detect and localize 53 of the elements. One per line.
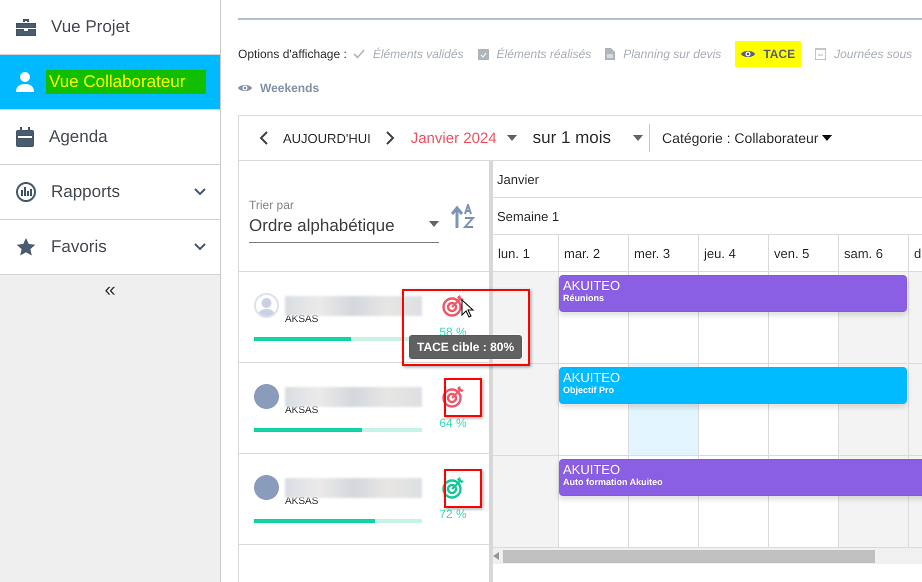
options-label: Options d'affichage : (238, 47, 347, 61)
star-icon (16, 237, 36, 257)
briefcase-icon (16, 18, 36, 36)
chevron-left-icon (259, 131, 269, 145)
eye-icon (238, 83, 252, 93)
category-dropdown[interactable]: Catégorie : Collaborateur (650, 130, 844, 146)
calendar-icon (16, 127, 34, 147)
cursor-icon (461, 299, 474, 318)
team-label: AKSAS (285, 314, 320, 325)
team-label: AKSAS (285, 496, 320, 507)
day-header: mar. 2 (559, 235, 629, 271)
day-header: d (909, 235, 922, 271)
display-option[interactable]: TACE (735, 41, 802, 67)
target-icon[interactable] (442, 295, 464, 317)
sidebar-label: Vue Collaborateur (46, 70, 206, 94)
period-dropdown[interactable]: Janvier 2024 (400, 130, 521, 146)
event-bar[interactable]: AKUITEO Réunions (559, 275, 907, 312)
month-label: Janvier (493, 161, 922, 198)
today-button[interactable]: AUJOURD'HUI (275, 130, 379, 146)
week-label: Semaine 1 (493, 198, 922, 235)
caret-icon (506, 135, 517, 141)
sidebar-label: Favoris (50, 236, 108, 258)
document-icon (605, 48, 616, 60)
collapse-button[interactable]: « (0, 275, 220, 305)
eye-icon (741, 49, 756, 59)
display-option[interactable]: Weekends (238, 75, 320, 101)
sort-select[interactable]: Trier par Ordre alphabétique (249, 198, 439, 242)
check-icon (352, 49, 365, 59)
sidebar-label: Vue Projet (50, 16, 131, 38)
day-header: sam. 6 (839, 235, 909, 271)
scroll-left-icon (493, 552, 499, 560)
percent-label: 64 % (439, 416, 467, 430)
sidebar-label: Agenda (48, 126, 109, 148)
caret-icon (633, 135, 644, 141)
sidebar-label: Rapports (50, 181, 121, 203)
scrollbar[interactable] (493, 548, 922, 564)
team-label: AKSAS (285, 405, 320, 416)
day-header: jeu. 4 (699, 235, 769, 271)
chart-icon (16, 182, 36, 202)
day-header: ven. 5 (769, 235, 839, 271)
sort-az-icon[interactable] (451, 204, 475, 228)
day-header: lun. 1 (493, 235, 559, 271)
caret-icon (822, 135, 832, 141)
calendar-check-icon (478, 48, 489, 60)
caret-icon (429, 220, 439, 226)
tooltip: TACE cible : 80% (409, 335, 522, 359)
calendar-minus-icon (815, 48, 826, 60)
event-bar[interactable]: AKUITEO Auto formation Akuiteo (559, 459, 922, 496)
person-icon (16, 72, 34, 92)
range-dropdown[interactable]: sur 1 mois (520, 124, 650, 152)
chevron-right-icon (384, 131, 395, 145)
day-header: mer. 3 (629, 235, 699, 271)
percent-label: 72 % (439, 507, 467, 521)
